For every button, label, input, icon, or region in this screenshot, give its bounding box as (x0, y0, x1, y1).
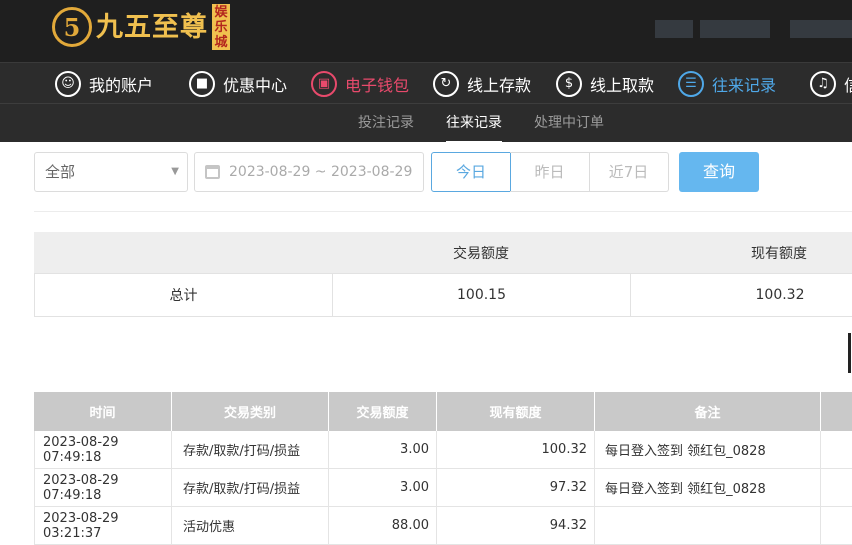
nav-item-label: 我的账户 (89, 75, 154, 95)
summary-row: 总计 100.15 100.32 (34, 273, 852, 317)
record-balance: 94.32 (549, 518, 587, 533)
record-balance: 97.32 (549, 480, 587, 495)
wallet-icon: ▣ (311, 70, 337, 97)
table-row: 2023-08-29 07:49:18 存款/取款/打码/损益 3.00 97.… (34, 469, 852, 507)
tab-bet-records[interactable]: 投注记录 (358, 104, 414, 143)
nav-item-label: 线上存款 (467, 75, 532, 95)
divider (328, 431, 329, 468)
record-type: 存款/取款/打码/损益 (183, 482, 301, 497)
blurred-user-info (655, 20, 693, 38)
nav-item-label: 信 (844, 72, 852, 96)
divider (436, 507, 437, 544)
date-range-input[interactable]: 2023-08-29 ~ 2023-08-29 (194, 152, 424, 192)
nav-item-label: 往来记录 (712, 75, 777, 95)
summary-header-cell: 现有额度 (751, 245, 807, 262)
divider (436, 469, 437, 506)
table-row: 2023-08-29 07:49:18 存款/取款/打码/损益 3.00 100… (34, 431, 852, 469)
page-root: 5 九五至尊 娱乐城 ☺ 我的账户 ■ 优惠中心 ▣ 电子钱包 ↻ 线上存款 $… (0, 0, 852, 545)
divider (34, 211, 852, 212)
gift-icon: ■ (189, 70, 215, 97)
divider (171, 431, 172, 468)
date-range-value: 2023-08-29 ~ 2023-08-29 (229, 164, 413, 180)
summary-cell: 100.15 (457, 287, 506, 303)
record-remark: 每日登入签到 领红包_0828 (605, 482, 766, 497)
tab-pending-orders[interactable]: 处理中订单 (534, 104, 604, 143)
quick-range-7days[interactable]: 近7日 (589, 152, 669, 192)
divider (594, 507, 595, 544)
record-amount: 3.00 (400, 442, 429, 457)
record-amount: 3.00 (400, 480, 429, 495)
records-header-cell: 时间 (89, 406, 116, 421)
nav-item-label: 线上取款 (590, 75, 655, 95)
withdraw-icon: $ (556, 70, 582, 97)
summary-header-cell: 交易额度 (453, 245, 509, 262)
divider (171, 469, 172, 506)
record-time: 2023-08-29 07:49:18 (43, 472, 119, 503)
records-header-cell: 现有额度 (489, 406, 542, 421)
records-icon: ☰ (678, 70, 704, 97)
nav-item-my-account[interactable]: ☺ 我的账户 (55, 63, 153, 104)
nav-item-label: 优惠中心 (223, 75, 288, 95)
type-select[interactable]: 全部 ▼ (34, 152, 188, 192)
divider (594, 469, 595, 506)
quick-range-yesterday[interactable]: 昨日 (510, 152, 590, 192)
bell-icon: ♫ (810, 70, 836, 97)
query-button[interactable]: 查询 (679, 152, 759, 192)
divider (820, 431, 821, 468)
type-select-value: 全部 (45, 163, 76, 181)
table-row: 2023-08-29 03:21:37 活动优惠 88.00 94.32 (34, 507, 852, 545)
divider (820, 507, 821, 544)
quick-range-today[interactable]: 今日 (431, 152, 511, 192)
nav-item-messages[interactable]: ♫ 信 (810, 63, 852, 104)
tab-transaction-records[interactable]: 往来记录 (446, 104, 502, 143)
record-remark: 每日登入签到 领红包_0828 (605, 444, 766, 459)
logo-text: 九五至尊 (96, 11, 208, 43)
sub-tabs: 投注记录 往来记录 处理中订单 (0, 103, 852, 143)
logo-mark: 5 (52, 7, 92, 47)
records-header-cell: 交易类别 (223, 406, 276, 421)
records-header: 时间 交易类别 交易额度 现有额度 备注 (34, 392, 852, 431)
divider (171, 507, 172, 544)
nav-item-e-wallet[interactable]: ▣ 电子钱包 (311, 63, 409, 104)
records-header-cell: 备注 (694, 406, 721, 421)
top-header: 5 九五至尊 娱乐城 (0, 0, 852, 62)
divider (328, 507, 329, 544)
site-logo[interactable]: 5 九五至尊 娱乐城 (52, 2, 230, 52)
main-nav: ☺ 我的账户 ■ 优惠中心 ▣ 电子钱包 ↻ 线上存款 $ 线上取款 ☰ 往来记… (0, 62, 852, 103)
summary-header: 交易额度 现有额度 (34, 232, 852, 273)
divider (820, 469, 821, 506)
divider (594, 431, 595, 468)
record-amount: 88.00 (391, 518, 429, 533)
record-balance: 100.32 (541, 442, 588, 457)
nav-item-label: 电子钱包 (345, 75, 410, 95)
summary-cell: 100.32 (755, 287, 805, 303)
record-type: 存款/取款/打码/损益 (183, 444, 301, 459)
record-time: 2023-08-29 07:49:18 (43, 434, 119, 465)
records-header-cell: 交易额度 (356, 406, 409, 421)
user-icon: ☺ (55, 70, 81, 97)
record-type: 活动优惠 (183, 520, 236, 535)
blurred-user-info (700, 20, 770, 38)
deposit-icon: ↻ (433, 70, 459, 97)
divider (328, 469, 329, 506)
calendar-icon (205, 165, 220, 179)
blurred-user-info (790, 20, 852, 38)
nav-item-online-deposit[interactable]: ↻ 线上存款 (433, 63, 531, 104)
chevron-down-icon: ▼ (171, 166, 179, 177)
logo-badge: 娱乐城 (212, 4, 230, 50)
nav-item-records[interactable]: ☰ 往来记录 (678, 63, 776, 104)
nav-item-online-withdraw[interactable]: $ 线上取款 (556, 63, 654, 104)
summary-cell: 总计 (169, 288, 198, 304)
record-remark (596, 507, 821, 544)
record-time: 2023-08-29 03:21:37 (43, 510, 119, 541)
summary-header-cell (34, 232, 332, 273)
nav-item-promotions[interactable]: ■ 优惠中心 (189, 63, 287, 104)
divider (436, 431, 437, 468)
records-header-cell (821, 392, 852, 431)
scroll-handle[interactable] (848, 333, 851, 373)
